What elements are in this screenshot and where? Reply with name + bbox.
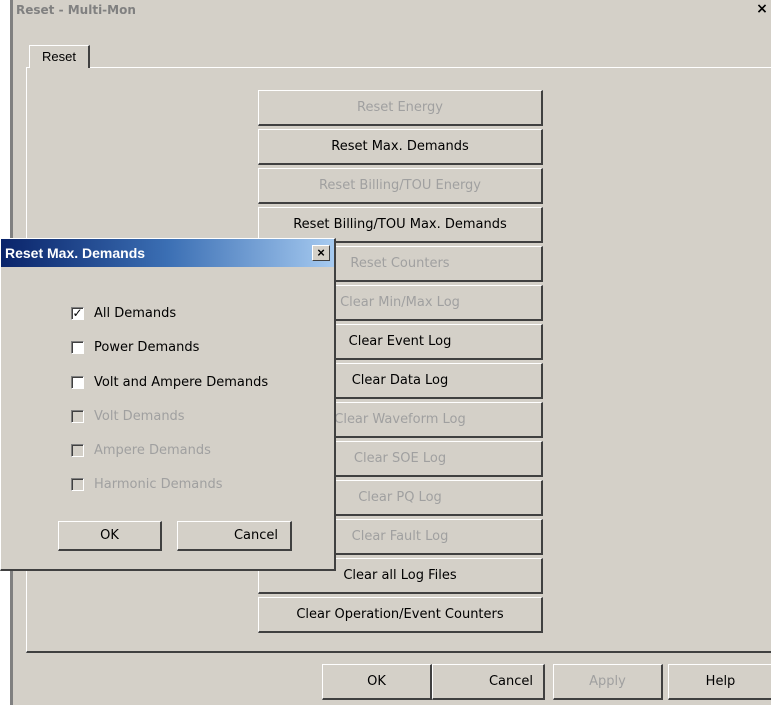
- ampere-demands-label: Ampere Demands: [94, 442, 211, 458]
- window-titlebar: Reset - Multi-Mon ×: [13, 0, 771, 20]
- dialog-title: Reset Max. Demands: [5, 245, 146, 261]
- dialog-cancel-button[interactable]: Cancel: [177, 521, 292, 551]
- power-demands-checkbox[interactable]: [71, 340, 84, 354]
- all-demands-checkbox[interactable]: ✓: [71, 306, 84, 320]
- window-title: Reset - Multi-Mon: [16, 3, 136, 17]
- harmonic-demands-option[interactable]: Harmonic Demands: [71, 476, 223, 492]
- ok-button[interactable]: OK: [322, 664, 432, 700]
- reset-billing-tou-energy-button[interactable]: Reset Billing/TOU Energy: [258, 168, 543, 204]
- volt-and-ampere-demands-label: Volt and Ampere Demands: [94, 374, 269, 390]
- ampere-demands-option[interactable]: Ampere Demands: [71, 442, 211, 458]
- power-demands-label: Power Demands: [94, 339, 200, 355]
- apply-button[interactable]: Apply: [553, 664, 663, 700]
- ampere-demands-checkbox[interactable]: [71, 443, 84, 457]
- power-demands-option[interactable]: Power Demands: [71, 339, 199, 355]
- all-demands-label: All Demands: [94, 305, 177, 321]
- volt-demands-checkbox[interactable]: [71, 409, 84, 423]
- dialog-close-icon[interactable]: ×: [312, 245, 330, 261]
- dialog-titlebar: Reset Max. Demands ×: [1, 239, 334, 267]
- harmonic-demands-checkbox[interactable]: [71, 477, 84, 491]
- window-close-icon[interactable]: ×: [755, 2, 769, 16]
- cancel-button[interactable]: Cancel: [432, 664, 545, 700]
- volt-and-ampere-demands-option[interactable]: Volt and Ampere Demands: [71, 374, 268, 390]
- reset-energy-button[interactable]: Reset Energy: [258, 90, 543, 126]
- harmonic-demands-label: Harmonic Demands: [94, 476, 223, 492]
- tab-reset[interactable]: Reset: [29, 45, 90, 68]
- volt-demands-option[interactable]: Volt Demands: [71, 408, 185, 424]
- dialog-ok-button[interactable]: OK: [58, 521, 162, 551]
- clear-operation-event-counters-button[interactable]: Clear Operation/Event Counters: [258, 597, 543, 633]
- help-button[interactable]: Help: [668, 664, 771, 700]
- reset-max-demands-dialog: Reset Max. Demands × ✓ All Demands Power D…: [0, 238, 336, 571]
- volt-demands-label: Volt Demands: [94, 408, 185, 424]
- volt-and-ampere-demands-checkbox[interactable]: [71, 375, 84, 389]
- reset-max-demands-button[interactable]: Reset Max. Demands: [258, 129, 543, 165]
- all-demands-option[interactable]: ✓ All Demands: [71, 305, 176, 321]
